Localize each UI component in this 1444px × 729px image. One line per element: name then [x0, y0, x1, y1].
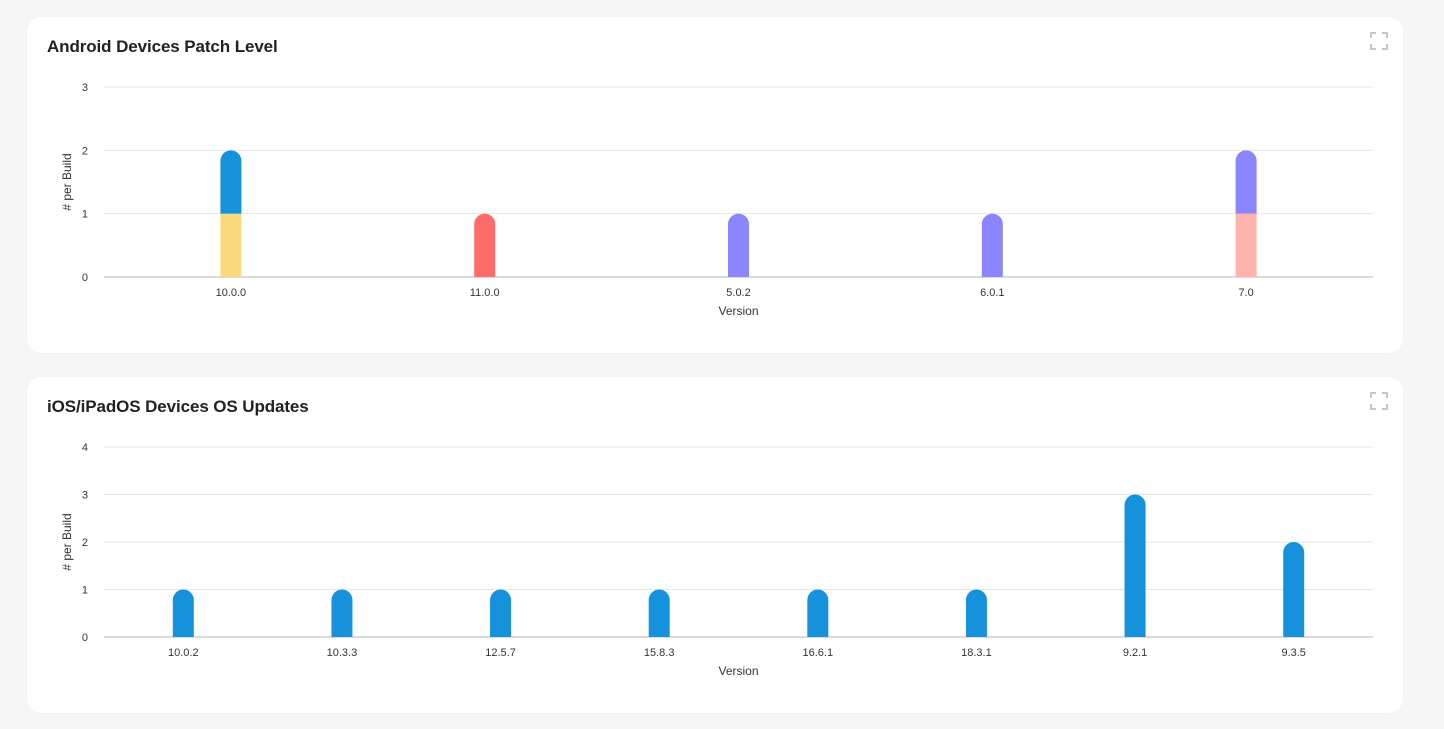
x-tick-label: 18.3.1 [961, 647, 992, 659]
bar-segment [220, 213, 242, 277]
x-tick-label: 10.3.3 [327, 647, 358, 659]
bar-segment [807, 589, 829, 637]
bar-segment [965, 589, 987, 637]
x-tick-label: 11.0.0 [470, 287, 500, 299]
y-tick-label: 3 [82, 82, 88, 94]
x-tick-label: 7.0 [1238, 287, 1253, 299]
ios-bar-chart: 0 1 2 3 4 # per Build 10.0.2 10.3.3 12.5.7 15.8.3… [60, 442, 1373, 678]
x-tick-label: 10.0.0 [216, 287, 247, 299]
bar-segment [220, 150, 242, 214]
x-tick-label: 5.0.2 [726, 287, 750, 299]
bar-segment [331, 589, 353, 637]
bar-segment [1124, 494, 1146, 637]
y-tick-label: 1 [82, 209, 88, 221]
x-tick-label: 15.8.3 [644, 647, 675, 659]
bar-segment [1235, 150, 1257, 214]
bar-segment [648, 589, 670, 637]
android-patch-level-card: Android Devices Patch Level 0 1 2 3 # per Bu… [27, 17, 1403, 353]
y-tick-label: 2 [82, 145, 88, 157]
x-axis-label: Version [718, 664, 758, 678]
y-tick-label: 2 [82, 537, 88, 549]
x-tick-label: 9.3.5 [1281, 647, 1305, 659]
bar-segment [490, 589, 512, 637]
bar-segment [1235, 213, 1257, 277]
x-tick-label: 6.0.1 [980, 287, 1004, 299]
android-bar-chart: 0 1 2 3 # per Build 10.0.0 11.0.0 5.0.2 6.0.1 7.0… [60, 82, 1373, 318]
ios-os-updates-card: iOS/iPadOS Devices OS Updates 0 1 2 3 4 # per… [27, 377, 1403, 713]
bar-segment [981, 213, 1003, 277]
x-tick-label: 16.6.1 [803, 647, 834, 659]
y-tick-label: 3 [82, 490, 88, 502]
y-axis-label: # per Build [60, 153, 74, 210]
bar-segment [172, 589, 194, 637]
bar-segment [474, 213, 496, 277]
y-tick-label: 0 [82, 632, 88, 644]
x-tick-label: 10.0.2 [168, 647, 199, 659]
bar-segment [728, 213, 749, 277]
x-tick-label: 9.2.1 [1123, 647, 1147, 659]
y-tick-label: 4 [82, 442, 88, 454]
y-tick-label: 1 [82, 585, 88, 597]
x-axis-label: Version [718, 304, 758, 318]
bar-segment [1283, 542, 1305, 637]
y-axis-label: # per Build [60, 513, 74, 570]
x-tick-label: 12.5.7 [485, 647, 516, 659]
y-tick-label: 0 [82, 272, 88, 284]
